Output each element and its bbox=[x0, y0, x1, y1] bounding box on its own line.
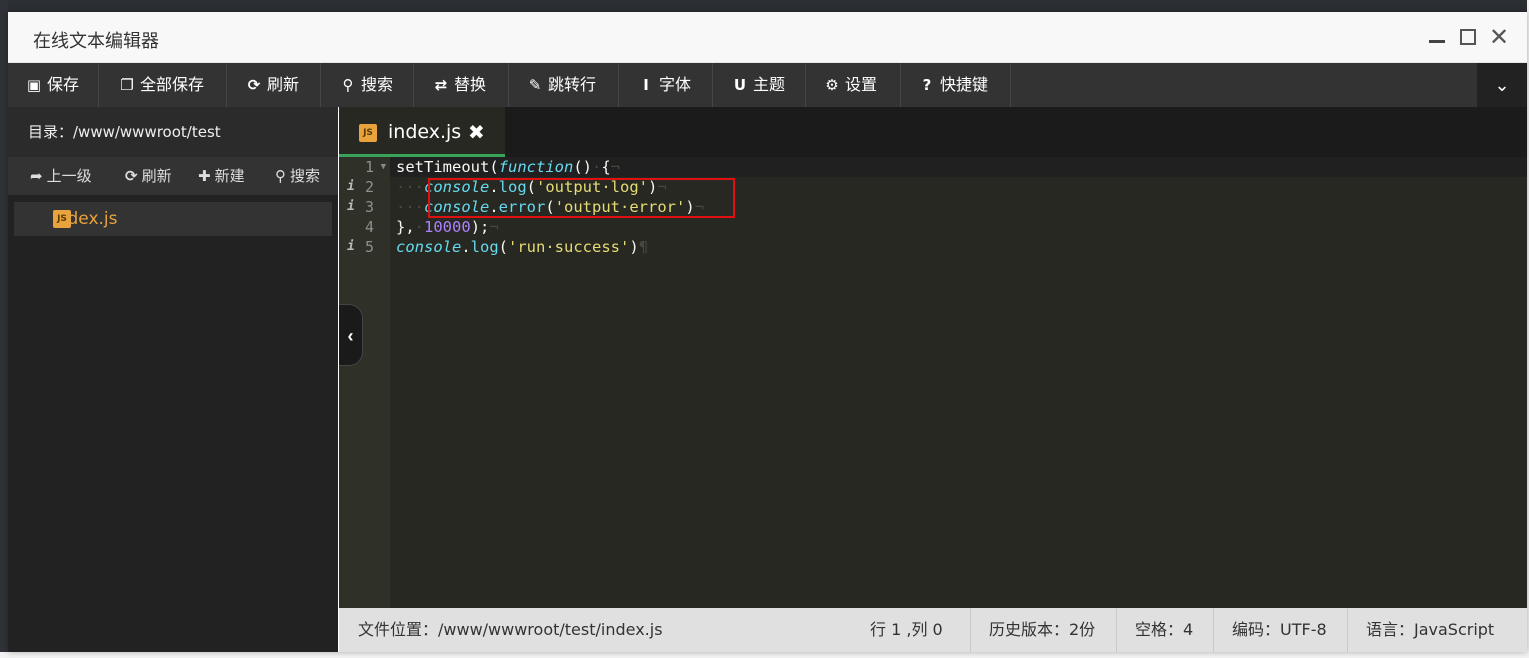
toolbar-settings-button[interactable]: ⚙ 设置 bbox=[806, 63, 901, 107]
toolbar-shortcuts-button[interactable]: ? 快捷键 bbox=[901, 63, 1011, 107]
js-file-icon: JS bbox=[53, 210, 71, 228]
code-editor[interactable]: 1 ▼ i2 i3 4 i5 setTimeout(function()·{¬ ·… bbox=[339, 157, 1527, 608]
status-bar: 文件位置：/www/wwwroot/test/index.js 行 1 ,列 0… bbox=[339, 608, 1527, 652]
maximize-button[interactable] bbox=[1457, 26, 1479, 48]
sidebar-refresh-button[interactable]: ⟳ 刷新 bbox=[125, 157, 172, 195]
toolbar-save-button[interactable]: ▣ 保存 bbox=[8, 63, 99, 107]
question-icon: ? bbox=[922, 76, 932, 94]
toolbar-goto-line-button[interactable]: ✎ 跳转行 bbox=[509, 63, 619, 107]
status-indent[interactable]: 空格：4 bbox=[1116, 608, 1211, 652]
tab-bar: JS index.js ✖ bbox=[339, 107, 1527, 157]
toolbar-font-button[interactable]: I 字体 bbox=[619, 63, 713, 107]
close-button[interactable]: ✕ bbox=[1488, 25, 1510, 49]
line-number: 4 bbox=[364, 218, 374, 236]
sidebar-search-button[interactable]: ⚲ 搜索 bbox=[275, 157, 320, 195]
toolbar-search-button[interactable]: ⚲ 搜索 bbox=[321, 63, 414, 107]
toolbar-replace-button[interactable]: ⇄ 替换 bbox=[414, 63, 509, 107]
up-level-button[interactable]: ➦ 上一级 bbox=[30, 157, 92, 195]
save-icon: ▣ bbox=[26, 76, 42, 94]
directory-path: 目录：/www/wwwroot/test bbox=[8, 107, 338, 157]
share-icon: ➦ bbox=[30, 167, 43, 185]
file-sidebar: 目录：/www/wwwroot/test ➦ 上一级 ⟳ 刷新 ✚ 新建 ⚲ 搜索 JS… bbox=[8, 107, 338, 652]
status-file-location: 文件位置：/www/wwwroot/test/index.js bbox=[358, 620, 663, 639]
background-bottom bbox=[0, 652, 1529, 658]
maximize-icon bbox=[1460, 29, 1476, 45]
line-gutter: 1 ▼ i2 i3 4 i5 bbox=[339, 157, 390, 608]
refresh-icon: ⟳ bbox=[247, 76, 261, 94]
code-line-5: console.log('run·success')¶ bbox=[396, 238, 649, 256]
editor-dialog: 在线文本编辑器 ✕ ▣ 保存 ❐ 全部保存 ⟳ 刷新 ⚲ 搜索 ⇄ 替换 ✎ 跳转行 I 字体… bbox=[8, 12, 1527, 652]
sidebar-collapse-button[interactable]: ‹ bbox=[339, 304, 363, 366]
code-line-4: },·10000);¬ bbox=[396, 218, 499, 236]
status-cursor-position: 行 1 ,列 0 bbox=[870, 620, 943, 639]
info-icon: i bbox=[347, 199, 355, 214]
retweet-icon: ⇄ bbox=[434, 76, 448, 94]
plus-icon: ✚ bbox=[198, 167, 211, 185]
tab-index-js[interactable]: JS index.js ✖ bbox=[339, 107, 505, 157]
magnet-icon: U bbox=[733, 76, 747, 94]
title-bar: 在线文本编辑器 ✕ bbox=[8, 12, 1527, 63]
line-number: i2 bbox=[347, 178, 374, 196]
fold-arrow-icon[interactable]: ▼ bbox=[381, 157, 386, 177]
status-encoding[interactable]: 编码：UTF-8 bbox=[1213, 608, 1345, 652]
toolbar-save-all-button[interactable]: ❐ 全部保存 bbox=[99, 63, 227, 107]
toolbar-refresh-button[interactable]: ⟳ 刷新 bbox=[227, 63, 321, 107]
pin-icon: ✎ bbox=[528, 76, 542, 94]
toolbar-more-button[interactable]: ⌄ bbox=[1477, 63, 1527, 107]
minimize-button[interactable] bbox=[1426, 26, 1448, 48]
info-icon: i bbox=[347, 179, 355, 194]
status-history-versions[interactable]: 历史版本：2份 bbox=[970, 608, 1113, 652]
minimize-icon bbox=[1429, 40, 1445, 43]
line-number: i3 bbox=[347, 198, 374, 216]
window-title: 在线文本编辑器 bbox=[33, 31, 159, 52]
background-left bbox=[0, 0, 8, 658]
file-item-index-js[interactable]: JS index.js bbox=[14, 202, 332, 236]
search-icon: ⚲ bbox=[342, 76, 354, 94]
annotation-highlight-box bbox=[428, 178, 735, 218]
copy-icon: ❐ bbox=[120, 76, 134, 94]
editor-area: JS index.js ✖ 1 ▼ i2 i3 4 i5 setTimeout(f… bbox=[339, 107, 1527, 652]
text-icon: I bbox=[643, 76, 649, 94]
toolbar: ▣ 保存 ❐ 全部保存 ⟳ 刷新 ⚲ 搜索 ⇄ 替换 ✎ 跳转行 I 字体 U 主题 ⚙ 设置 ?… bbox=[8, 63, 1527, 107]
line-number: i5 bbox=[347, 238, 374, 256]
code-line-1: setTimeout(function()·{¬ bbox=[396, 158, 621, 176]
info-icon: i bbox=[347, 239, 355, 254]
tab-close-icon[interactable]: ✖ bbox=[468, 107, 485, 157]
gear-icon: ⚙ bbox=[825, 76, 839, 94]
toolbar-theme-button[interactable]: U 主题 bbox=[713, 63, 806, 107]
chevron-down-icon: ⌄ bbox=[1494, 75, 1510, 95]
js-file-icon: JS bbox=[359, 124, 377, 142]
sidebar-actions: ➦ 上一级 ⟳ 刷新 ✚ 新建 ⚲ 搜索 bbox=[8, 157, 338, 195]
refresh-icon: ⟳ bbox=[125, 167, 138, 185]
status-language[interactable]: 语言：JavaScript bbox=[1347, 608, 1512, 652]
chevron-left-icon: ‹ bbox=[347, 326, 354, 346]
line-number: 1 ▼ bbox=[364, 157, 386, 177]
tab-label: index.js bbox=[388, 121, 462, 143]
new-file-button[interactable]: ✚ 新建 bbox=[198, 157, 245, 195]
search-icon: ⚲ bbox=[275, 167, 286, 185]
